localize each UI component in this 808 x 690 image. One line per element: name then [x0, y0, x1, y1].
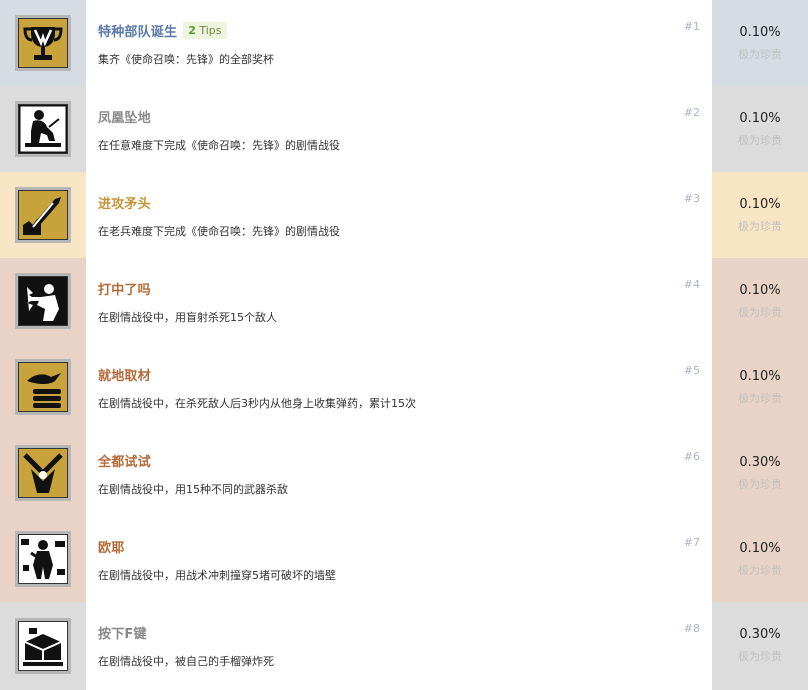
trophy-number: #3	[683, 192, 700, 205]
tier-strip	[0, 172, 86, 258]
trophy-list: 特种部队诞生 2 Tips 集齐《使命召唤：先锋》的全部奖杯 #1 0.10% …	[0, 0, 808, 690]
rarity-percent: 0.30%	[739, 455, 781, 470]
tier-strip	[0, 0, 86, 86]
trophy-image[interactable]	[15, 273, 71, 329]
trophy-title[interactable]: 进攻矛头	[98, 193, 151, 212]
trophy-body: 凤凰坠地 在任意难度下完成《使命召唤：先锋》的剧情战役 #2	[86, 86, 712, 172]
trophy-row[interactable]: 进攻矛头 在老兵难度下完成《使命召唤：先锋》的剧情战役 #3 0.10% 极为珍…	[0, 172, 808, 258]
trophy-description: 集齐《使命召唤：先锋》的全部奖杯	[98, 53, 274, 66]
trophy-image[interactable]	[15, 618, 71, 674]
trophy-row[interactable]: 特种部队诞生 2 Tips 集齐《使命召唤：先锋》的全部奖杯 #1 0.10% …	[0, 0, 808, 86]
trophy-image[interactable]	[15, 445, 71, 501]
trophy-number: #8	[683, 622, 700, 635]
tier-strip	[0, 602, 86, 690]
trophy-image[interactable]	[15, 187, 71, 243]
trophy-body: 特种部队诞生 2 Tips 集齐《使命召唤：先锋》的全部奖杯 #1	[86, 0, 712, 86]
rarity-percent: 0.10%	[739, 541, 781, 556]
rarity-label: 极为珍贵	[738, 478, 782, 491]
tier-strip	[0, 86, 86, 172]
tips-badge[interactable]: 2 Tips	[183, 22, 227, 39]
trophy-row[interactable]: 打中了吗 在剧情战役中，用盲射杀死15个敌人 #4 0.10% 极为珍贵	[0, 258, 808, 344]
rarity-panel: 0.10% 极为珍贵	[712, 86, 808, 172]
rarity-percent: 0.10%	[739, 283, 781, 298]
tips-count: 2	[188, 24, 196, 37]
trophy-body: 全都试试 在剧情战役中，用15种不同的武器杀敌 #6	[86, 430, 712, 516]
trophy-icon	[19, 19, 67, 67]
spearhead-icon	[19, 191, 67, 239]
rarity-label: 极为珍贵	[738, 48, 782, 61]
crate-icon	[19, 622, 67, 670]
blindfire-icon	[19, 277, 67, 325]
rarity-percent: 0.10%	[739, 197, 781, 212]
tier-strip	[0, 258, 86, 344]
rarity-percent: 0.30%	[739, 627, 781, 642]
trophy-row[interactable]: 按下F键 在剧情战役中，被自己的手榴弹炸死 #8 0.30% 极为珍贵	[0, 602, 808, 690]
trophy-title[interactable]: 打中了吗	[98, 279, 151, 298]
ammo-bird-icon	[19, 363, 67, 411]
rarity-panel: 0.10% 极为珍贵	[712, 344, 808, 430]
trophy-description: 在剧情战役中，用盲射杀死15个敌人	[98, 311, 277, 324]
trophy-title[interactable]: 按下F键	[98, 623, 147, 642]
trophy-description: 在剧情战役中，用战术冲刺撞穿5堵可破坏的墙壁	[98, 569, 336, 582]
rarity-panel: 0.10% 极为珍贵	[712, 516, 808, 602]
rarity-panel: 0.10% 极为珍贵	[712, 172, 808, 258]
tier-strip	[0, 344, 86, 430]
trophy-image[interactable]	[15, 101, 71, 157]
rarity-panel: 0.10% 极为珍贵	[712, 258, 808, 344]
tier-strip	[0, 430, 86, 516]
trophy-row[interactable]: 欧耶 在剧情战役中，用战术冲刺撞穿5堵可破坏的墙壁 #7 0.10% 极为珍贵	[0, 516, 808, 602]
trophy-title[interactable]: 凤凰坠地	[98, 107, 151, 126]
trophy-number: #5	[683, 364, 700, 377]
tier-strip	[0, 516, 86, 602]
rarity-percent: 0.10%	[739, 111, 781, 126]
rarity-label: 极为珍贵	[738, 220, 782, 233]
trophy-title[interactable]: 特种部队诞生	[98, 21, 177, 40]
trophy-number: #6	[683, 450, 700, 463]
trophy-image[interactable]	[15, 15, 71, 71]
rarity-percent: 0.10%	[739, 369, 781, 384]
rarity-panel: 0.30% 极为珍贵	[712, 602, 808, 690]
trophy-image[interactable]	[15, 359, 71, 415]
trophy-title[interactable]: 就地取材	[98, 365, 151, 384]
trophy-body: 打中了吗 在剧情战役中，用盲射杀死15个敌人 #4	[86, 258, 712, 344]
trophy-title[interactable]: 欧耶	[98, 537, 124, 556]
trophy-body: 就地取材 在剧情战役中，在杀死敌人后3秒内从他身上收集弹药，累计15次 #5	[86, 344, 712, 430]
trophy-row[interactable]: 凤凰坠地 在任意难度下完成《使命召唤：先锋》的剧情战役 #2 0.10% 极为珍…	[0, 86, 808, 172]
trophy-body: 欧耶 在剧情战役中，用战术冲刺撞穿5堵可破坏的墙壁 #7	[86, 516, 712, 602]
trophy-description: 在任意难度下完成《使命召唤：先锋》的剧情战役	[98, 139, 340, 152]
trophy-row[interactable]: 全都试试 在剧情战役中，用15种不同的武器杀敌 #6 0.30% 极为珍贵	[0, 430, 808, 516]
trophy-description: 在剧情战役中，在杀死敌人后3秒内从他身上收集弹药，累计15次	[98, 397, 416, 410]
trophy-number: #4	[683, 278, 700, 291]
rarity-label: 极为珍贵	[738, 134, 782, 147]
trophy-body: 按下F键 在剧情战役中，被自己的手榴弹炸死 #8	[86, 602, 712, 690]
rarity-panel: 0.10% 极为珍贵	[712, 0, 808, 86]
soldier-sitting-icon	[19, 105, 67, 153]
trophy-image[interactable]	[15, 531, 71, 587]
trophy-number: #2	[683, 106, 700, 119]
trophy-title[interactable]: 全都试试	[98, 451, 151, 470]
rarity-percent: 0.10%	[739, 25, 781, 40]
trophy-description: 在老兵难度下完成《使命召唤：先锋》的剧情战役	[98, 225, 340, 238]
rarity-label: 极为珍贵	[738, 650, 782, 663]
tips-label: Tips	[199, 24, 222, 37]
rarity-label: 极为珍贵	[738, 564, 782, 577]
trophy-number: #1	[683, 20, 700, 33]
rarity-label: 极为珍贵	[738, 392, 782, 405]
trophy-row[interactable]: 就地取材 在剧情战役中，在杀死敌人后3秒内从他身上收集弹药，累计15次 #5 0…	[0, 344, 808, 430]
rarity-label: 极为珍贵	[738, 306, 782, 319]
wall-breach-icon	[19, 535, 67, 583]
trophy-number: #7	[683, 536, 700, 549]
trophy-description: 在剧情战役中，被自己的手榴弹炸死	[98, 655, 274, 668]
weapons-icon	[19, 449, 67, 497]
trophy-description: 在剧情战役中，用15种不同的武器杀敌	[98, 483, 288, 496]
rarity-panel: 0.30% 极为珍贵	[712, 430, 808, 516]
trophy-body: 进攻矛头 在老兵难度下完成《使命召唤：先锋》的剧情战役 #3	[86, 172, 712, 258]
